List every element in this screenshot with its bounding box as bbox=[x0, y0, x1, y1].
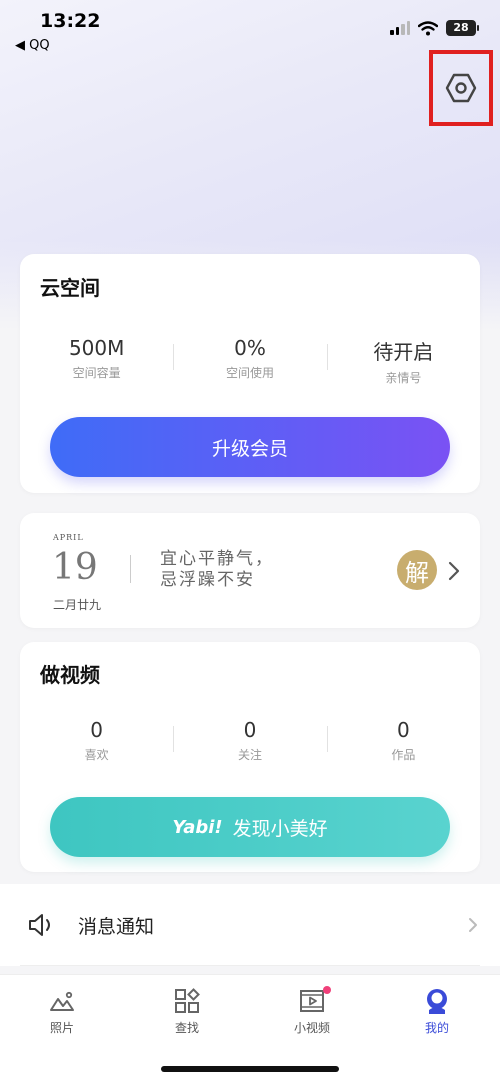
stat-value: 待开启 bbox=[373, 340, 434, 364]
stat-value: 0 bbox=[396, 718, 410, 742]
message-notification-label: 消息通知 bbox=[78, 916, 155, 938]
calendar-lunar-date: 二月廿九 bbox=[53, 598, 102, 612]
stat-family-account[interactable]: 待开启 亲情号 bbox=[326, 336, 480, 386]
stat-label: 关注 bbox=[237, 748, 262, 762]
wifi-icon bbox=[418, 20, 438, 35]
chevron-right-icon bbox=[469, 918, 477, 932]
almanac-card[interactable]: APRIL 19 二月廿九 宜心平静气， 忌浮躁不安 解 bbox=[20, 513, 480, 628]
find-icon bbox=[175, 988, 200, 1013]
message-notification-row[interactable]: 消息通知 bbox=[0, 884, 500, 966]
upgrade-member-button[interactable]: 升级会员 bbox=[50, 417, 450, 477]
stat-label: 作品 bbox=[391, 748, 416, 762]
profile-icon bbox=[427, 989, 447, 1014]
calendar-month: APRIL bbox=[53, 533, 84, 542]
make-video-card: 做视频 0 喜欢 0 关注 0 作品 Yabi! 发现小美好 bbox=[20, 642, 480, 872]
stat-value: 0% bbox=[234, 336, 266, 360]
stat-label: 喜欢 bbox=[84, 748, 109, 762]
battery-icon: 28 bbox=[446, 20, 479, 36]
make-video-title: 做视频 bbox=[40, 663, 100, 687]
stat-value: 0 bbox=[90, 718, 104, 742]
cellular-signal-icon bbox=[390, 21, 410, 35]
settings-button[interactable] bbox=[429, 50, 493, 126]
tab-label: 照片 bbox=[49, 1021, 74, 1035]
stat-capacity[interactable]: 500M 空间容量 bbox=[20, 336, 173, 386]
status-time: 13:22 bbox=[40, 10, 101, 32]
stat-usage[interactable]: 0% 空间使用 bbox=[173, 336, 326, 386]
cloud-space-card: 云空间 500M 空间容量 0% 空间使用 待开启 亲情号 升级会员 bbox=[20, 254, 480, 493]
interpret-badge[interactable]: 解 bbox=[397, 550, 437, 590]
almanac-text: 宜心平静气， 忌浮躁不安 bbox=[160, 549, 274, 591]
discover-button[interactable]: Yabi! 发现小美好 bbox=[50, 797, 450, 857]
stat-following[interactable]: 0 关注 bbox=[173, 718, 326, 763]
stat-value: 0 bbox=[243, 718, 257, 742]
tab-mine[interactable]: 我的 bbox=[397, 987, 477, 1036]
tab-label: 我的 bbox=[424, 1021, 449, 1035]
tab-label: 小视频 bbox=[293, 1021, 330, 1035]
upgrade-member-label: 升级会员 bbox=[211, 437, 288, 460]
almanac-line-1: 宜心平静气， bbox=[160, 549, 274, 569]
almanac-line-2: 忌浮躁不安 bbox=[160, 570, 255, 590]
cloud-space-title: 云空间 bbox=[40, 276, 100, 300]
video-icon bbox=[300, 986, 331, 1012]
stat-likes[interactable]: 0 喜欢 bbox=[20, 718, 173, 763]
discover-label: 发现小美好 bbox=[232, 817, 328, 840]
yabi-logo: Yabi! bbox=[172, 816, 223, 838]
calendar-divider bbox=[130, 555, 131, 583]
status-indicators: 28 bbox=[390, 20, 479, 36]
stat-label: 空间容量 bbox=[72, 366, 121, 380]
speaker-icon bbox=[29, 914, 50, 936]
calendar-day: 19 bbox=[52, 547, 98, 588]
stat-label: 空间使用 bbox=[225, 366, 274, 380]
video-stats: 0 喜欢 0 关注 0 作品 bbox=[20, 718, 480, 763]
status-bar: 13:22 ◀ QQ 28 bbox=[0, 0, 500, 60]
tab-find[interactable]: 查找 bbox=[147, 987, 227, 1036]
tab-label: 查找 bbox=[174, 1021, 199, 1035]
back-to-app-link[interactable]: ◀ QQ bbox=[15, 38, 50, 53]
tab-short-video[interactable]: 小视频 bbox=[272, 986, 352, 1036]
home-indicator bbox=[161, 1066, 339, 1072]
settings-gear-icon bbox=[445, 73, 477, 103]
photos-icon bbox=[50, 991, 74, 1011]
chevron-right-icon bbox=[448, 561, 460, 581]
cloud-stats: 500M 空间容量 0% 空间使用 待开启 亲情号 bbox=[20, 336, 480, 386]
tab-photos[interactable]: 照片 bbox=[22, 987, 102, 1036]
stat-works[interactable]: 0 作品 bbox=[326, 718, 480, 763]
stat-label: 亲情号 bbox=[385, 371, 422, 385]
stat-value: 500M bbox=[68, 336, 125, 360]
row-divider bbox=[20, 965, 480, 966]
